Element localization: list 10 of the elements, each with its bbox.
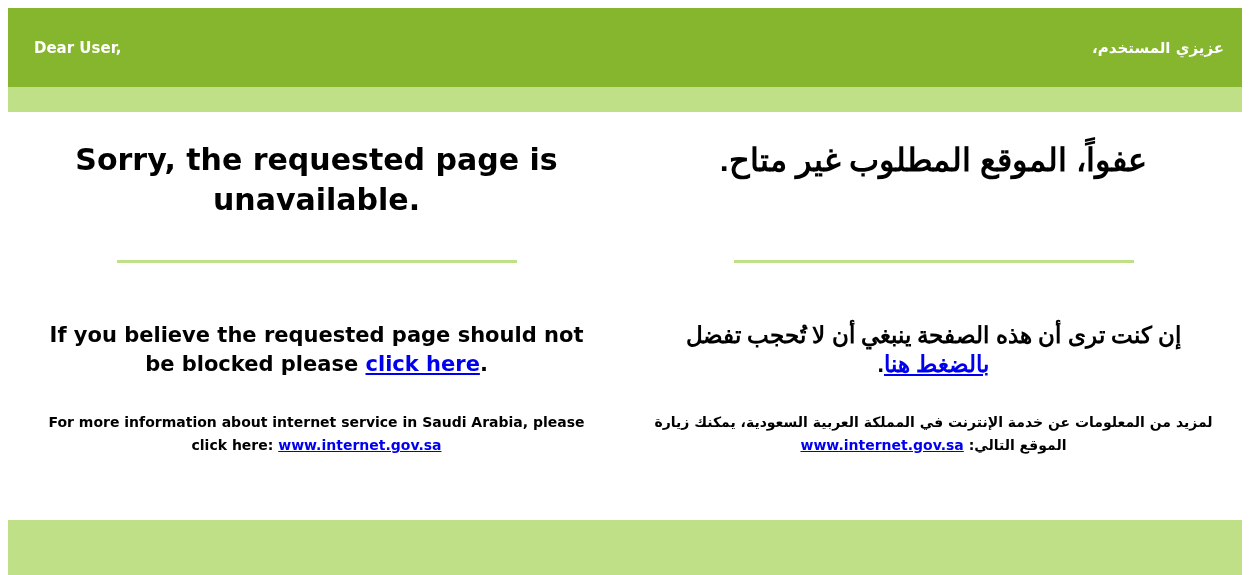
greeting-text: عزيزي المستخدم، — [1092, 38, 1224, 57]
click-here-link[interactable]: بالضغط هنا — [884, 351, 990, 377]
more-info-text: For more information about internet service in Saudi Arabia, please click here: www.internet.gov.sa — [47, 413, 586, 455]
website-link[interactable]: www.internet.gov.sa — [278, 437, 442, 453]
page-title: Sorry, the requested page is unavailable. — [74, 141, 559, 219]
unblock-request-text: إن كنت ترى أن هذه الصفحة ينبغي أن لا تُحجب تفضل بالضغط هنا. — [653, 321, 1214, 411]
greeting-text: Dear User, — [34, 38, 122, 57]
unblock-request-text: If you believe the requested page should not be blocked please click here. — [48, 322, 585, 378]
website-link[interactable]: www.internet.gov.sa — [800, 437, 964, 453]
click-here-link[interactable]: click here — [365, 352, 480, 376]
